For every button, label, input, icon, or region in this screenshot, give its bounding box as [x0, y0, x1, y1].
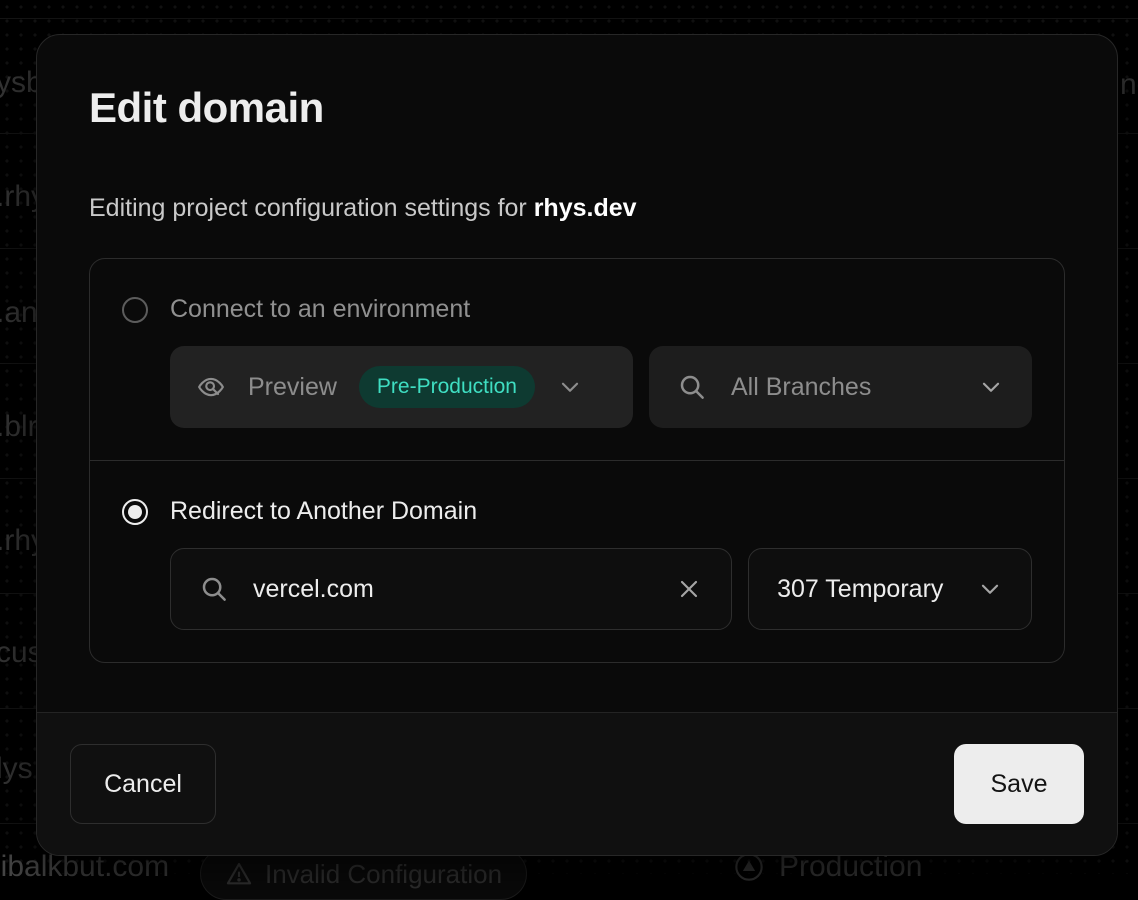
- branch-select-value: All Branches: [731, 373, 871, 402]
- modal-subtitle: Editing project configuration settings f…: [89, 193, 1065, 223]
- preview-eye-icon: [196, 372, 226, 402]
- cancel-button[interactable]: Cancel: [70, 744, 216, 824]
- environment-option-label: Connect to an environment: [170, 295, 470, 324]
- chevron-down-icon: [557, 374, 583, 400]
- warning-icon: [225, 860, 253, 888]
- backdrop-domain-fragment: .blr: [0, 410, 38, 444]
- redirect-radio[interactable]: [122, 499, 148, 525]
- backdrop-domain-fragment: ne: [1120, 68, 1138, 102]
- clear-input-icon[interactable]: [675, 575, 703, 603]
- branch-select[interactable]: All Branches: [649, 346, 1032, 428]
- backdrop-domain-fragment: lys: [0, 752, 33, 786]
- environment-option-section: Connect to an environment Preview Pre-Pr: [90, 259, 1064, 460]
- backdrop-domain-fragment: .an: [0, 296, 38, 330]
- environment-radio[interactable]: [122, 297, 148, 323]
- redirect-target-input[interactable]: [229, 575, 651, 604]
- invalid-configuration-label: Invalid Configuration: [265, 859, 502, 890]
- redirect-option-label: Redirect to Another Domain: [170, 497, 477, 526]
- backdrop-row-divider: [0, 18, 1138, 19]
- pre-production-badge: Pre-Production: [359, 366, 535, 408]
- redirect-status-select[interactable]: 307 Temporary: [748, 548, 1032, 630]
- redirect-option-section: Redirect to Another Domain: [90, 460, 1064, 662]
- environment-select[interactable]: Preview Pre-Production: [170, 346, 633, 428]
- search-icon: [677, 372, 707, 402]
- domains-page-with-modal: { "colors": { "accent_teal_text": "#3FDE…: [0, 0, 1138, 874]
- chevron-down-icon: [977, 576, 1003, 602]
- redirect-option-radio-row[interactable]: Redirect to Another Domain: [122, 497, 1032, 526]
- search-icon: [199, 574, 229, 604]
- redirect-target-field: [170, 548, 732, 630]
- project-name: rhys.dev: [534, 194, 637, 222]
- edit-domain-modal: Edit domain Editing project configuratio…: [36, 34, 1118, 856]
- redirect-status-value: 307 Temporary: [777, 575, 943, 604]
- modal-title: Edit domain: [89, 83, 1065, 133]
- domain-options-group: Connect to an environment Preview Pre-Pr: [89, 258, 1065, 663]
- chevron-down-icon: [978, 374, 1004, 400]
- environment-option-radio-row[interactable]: Connect to an environment: [122, 295, 1032, 324]
- environment-select-value: Preview: [248, 373, 337, 402]
- modal-footer: Cancel Save: [37, 712, 1117, 855]
- subtitle-text: Editing project configuration settings f…: [89, 194, 534, 222]
- save-button[interactable]: Save: [954, 744, 1084, 824]
